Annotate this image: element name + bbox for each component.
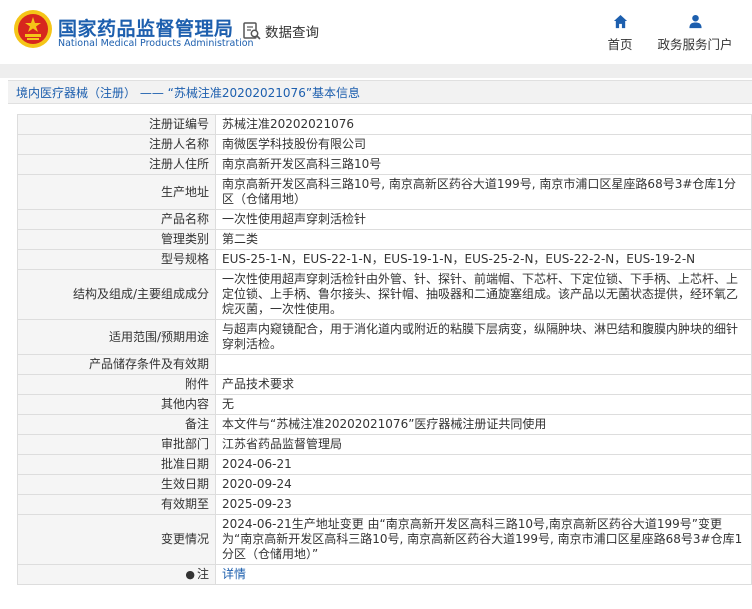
field-value: 一次性使用超声穿刺活检针由外管、针、探针、前端帽、下芯杆、下定位锁、下手柄、上芯… [215, 269, 752, 320]
field-label: 批准日期 [17, 454, 216, 475]
field-label: 管理类别 [17, 229, 216, 250]
field-label: 变更情况 [17, 514, 216, 565]
field-value: 一次性使用超声穿刺活检针 [215, 209, 752, 230]
field-label: 其他内容 [17, 394, 216, 415]
data-search-icon [243, 22, 261, 40]
table-row: 附件 产品技术要求 [17, 374, 752, 395]
brand-title-cn[interactable]: 国家药品监督管理局 [58, 14, 234, 41]
breadcrumb: 境内医疗器械（注册） —— “苏械注准20202021076”基本信息 [8, 80, 752, 104]
breadcrumb-text: 境内医疗器械（注册） —— “苏械注准20202021076”基本信息 [16, 85, 361, 100]
pin-icon: ● [185, 568, 195, 581]
user-icon [688, 14, 702, 29]
field-value: 南微医学科技股份有限公司 [215, 134, 752, 155]
field-value: 苏械注准20202021076 [215, 114, 752, 135]
data-query-link[interactable]: 数据查询 [242, 20, 319, 42]
field-label: 备注 [17, 414, 216, 435]
table-row: 变更情况 2024-06-21生产地址变更 由“南京高新开发区高科三路10号,南京… [17, 514, 752, 565]
field-label: 适用范围/预期用途 [17, 319, 216, 355]
table-row: 注册人住所 南京高新开发区高科三路10号 [17, 154, 752, 175]
data-query-label: 数据查询 [265, 25, 319, 41]
field-label: 结构及组成/主要组成成分 [17, 269, 216, 320]
table-row: 注册人名称 南微医学科技股份有限公司 [17, 134, 752, 155]
field-label: 有效期至 [17, 494, 216, 515]
field-label: 附件 [17, 374, 216, 395]
table-row: 生产地址 南京高新开发区高科三路10号, 南京高新区药谷大道199号, 南京市浦口… [17, 174, 752, 210]
field-label-note: ● 注 [17, 564, 216, 585]
field-value: 2025-09-23 [215, 494, 752, 515]
table-row: 生效日期 2020-09-24 [17, 474, 752, 495]
table-row: 注册证编号 苏械注准20202021076 [17, 114, 752, 135]
table-row: 批准日期 2024-06-21 [17, 454, 752, 475]
field-label: 产品储存条件及有效期 [17, 354, 216, 375]
field-value: 无 [215, 394, 752, 415]
field-label: 审批部门 [17, 434, 216, 455]
field-label: 注册证编号 [17, 114, 216, 135]
table-row: 备注 本文件与“苏械注准20202021076”医疗器械注册证共同使用 [17, 414, 752, 435]
field-label: 产品名称 [17, 209, 216, 230]
field-label: 注册人住所 [17, 154, 216, 175]
table-row: 审批部门 江苏省药品监督管理局 [17, 434, 752, 455]
field-value: 南京高新开发区高科三路10号 [215, 154, 752, 175]
details-link[interactable]: 详情 [222, 567, 246, 581]
table-row: 有效期至 2025-09-23 [17, 494, 752, 515]
field-value: 本文件与“苏械注准20202021076”医疗器械注册证共同使用 [215, 414, 752, 435]
home-icon [613, 14, 627, 29]
table-row: 管理类别 第二类 [17, 229, 752, 250]
field-value: 南京高新开发区高科三路10号, 南京高新区药谷大道199号, 南京市浦口区星座路… [215, 174, 752, 210]
national-emblem-icon[interactable] [13, 9, 53, 49]
nav-service-portal[interactable]: 政务服务门户 [656, 14, 734, 53]
registration-info-table: 注册证编号 苏械注准20202021076 注册人名称 南微医学科技股份有限公司 注册人… [17, 114, 752, 585]
nav-portal-label: 政务服务门户 [657, 37, 733, 52]
field-value [215, 354, 752, 375]
note-label: 注 [196, 567, 209, 581]
site-header: 国家药品监督管理局 National Medical Products Admi… [0, 0, 752, 64]
table-row: 产品储存条件及有效期 [17, 354, 752, 375]
table-row: 型号规格 EUS-25-1-N，EUS-22-1-N，EUS-19-1-N，EUS… [17, 249, 752, 270]
field-value-note: 详情 [215, 564, 752, 585]
field-label: 生效日期 [17, 474, 216, 495]
field-value: 第二类 [215, 229, 752, 250]
field-value: 产品技术要求 [215, 374, 752, 395]
field-value: EUS-25-1-N，EUS-22-1-N，EUS-19-1-N，EUS-25-… [215, 249, 752, 270]
field-value: 2020-09-24 [215, 474, 752, 495]
field-value: 2024-06-21生产地址变更 由“南京高新开发区高科三路10号,南京高新区药… [215, 514, 752, 565]
nav-home-label: 首页 [607, 37, 633, 52]
table-row: 其他内容无 [17, 394, 752, 415]
field-value: 2024-06-21 [215, 454, 752, 475]
header-divider [0, 64, 752, 78]
brand-title-en[interactable]: National Medical Products Administration [58, 38, 254, 49]
table-row: ● 注详情 [17, 564, 752, 585]
field-label: 生产地址 [17, 174, 216, 210]
field-value: 与超声内窥镜配合，用于消化道内或附近的粘膜下层病变，纵隔肿块、淋巴结和腹膜内肿块… [215, 319, 752, 355]
field-label: 型号规格 [17, 249, 216, 270]
table-row: 产品名称 一次性使用超声穿刺活检针 [17, 209, 752, 230]
table-row: 结构及组成/主要组成成分 一次性使用超声穿刺活检针由外管、针、探针、前端帽、下芯杆… [17, 269, 752, 320]
field-label: 注册人名称 [17, 134, 216, 155]
nav-home[interactable]: 首页 [604, 14, 636, 53]
field-value: 江苏省药品监督管理局 [215, 434, 752, 455]
table-row: 适用范围/预期用途 与超声内窥镜配合，用于消化道内或附近的粘膜下层病变，纵隔肿块、… [17, 319, 752, 355]
